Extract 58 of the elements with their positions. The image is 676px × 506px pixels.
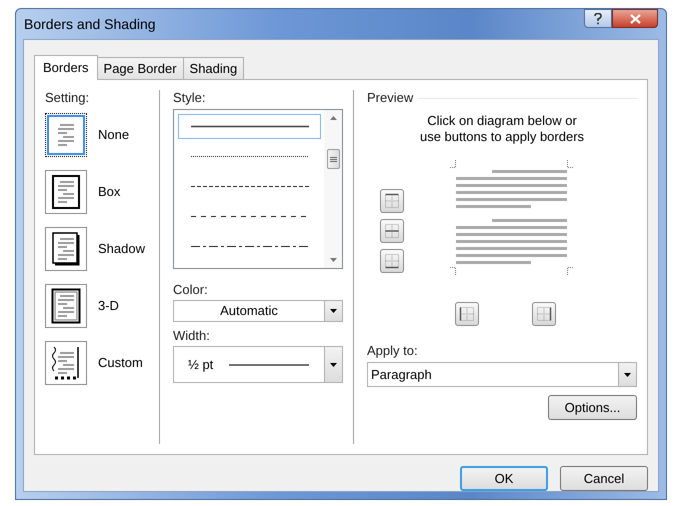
tab[interactable]: Shading (182, 57, 244, 79)
scroll-down-icon (330, 258, 336, 262)
dropdown-arrow-icon (330, 309, 337, 313)
setting-option[interactable] (45, 227, 87, 271)
setting-label: None (98, 126, 130, 144)
top-border-icon (384, 193, 400, 209)
dialog-button[interactable]: Cancel (560, 466, 648, 491)
double-border-icon (51, 288, 81, 324)
dropdown-arrow-icon (624, 372, 631, 376)
setting-label: Shadow (98, 240, 145, 258)
section-label: Setting: (45, 90, 90, 106)
options-button[interactable]: Options... (548, 395, 637, 420)
border-toggle-button[interactable] (380, 189, 404, 213)
width-dropdown[interactable]: ½ pt (173, 346, 343, 383)
setting-label: 3-D (98, 297, 119, 316)
border-toggle-button[interactable] (380, 249, 404, 273)
scrollbar[interactable] (324, 110, 342, 268)
instructions-text: Click on diagram below or use buttons to apply borders (420, 113, 584, 145)
close-icon (630, 14, 640, 24)
scroll-up-icon (330, 116, 336, 120)
border-toggle-button[interactable] (455, 302, 479, 326)
setting-option[interactable] (45, 341, 87, 385)
section-label: Preview (367, 90, 414, 106)
right-border-icon (536, 306, 552, 322)
field-label: Width: (173, 328, 210, 344)
scroll-thumb[interactable] (326, 149, 340, 169)
tab[interactable]: Page Border (96, 57, 184, 79)
border-toggle-button[interactable] (532, 302, 556, 326)
setting-label: Box (98, 183, 120, 202)
dropdown-value: ½ pt (188, 356, 214, 374)
dropdown-value: Automatic (220, 302, 278, 320)
custom-border-icon (51, 345, 81, 381)
setting-label: Custom (98, 354, 143, 372)
tab[interactable]: Borders (34, 55, 98, 80)
style-list[interactable] (173, 109, 343, 269)
help-icon (594, 12, 602, 24)
setting-option[interactable] (45, 113, 87, 157)
window-title: Borders and Shading (24, 14, 156, 34)
bottom-border-icon (384, 253, 400, 269)
border-toggle-button[interactable] (380, 219, 404, 243)
dialog-button[interactable]: OK (460, 466, 548, 491)
section-label: Style: (173, 90, 206, 106)
left-border-icon (459, 306, 475, 322)
setting-option[interactable] (45, 170, 87, 214)
apply-to-dropdown[interactable]: Paragraph (367, 362, 637, 387)
setting-option[interactable] (45, 284, 87, 328)
box-border-icon (51, 174, 81, 210)
grip-icon (330, 156, 336, 162)
dropdown-arrow-icon (330, 362, 337, 366)
inside-border-icon (384, 223, 400, 239)
field-label: Color: (173, 282, 208, 298)
line-style-option[interactable] (178, 114, 321, 139)
help-button[interactable] (584, 9, 612, 28)
field-label: Apply to: (367, 343, 418, 359)
dropdown-value: Paragraph (371, 366, 432, 384)
close-button[interactable] (612, 9, 658, 28)
color-dropdown[interactable]: Automatic (173, 300, 343, 322)
shadow-border-icon (51, 231, 81, 267)
